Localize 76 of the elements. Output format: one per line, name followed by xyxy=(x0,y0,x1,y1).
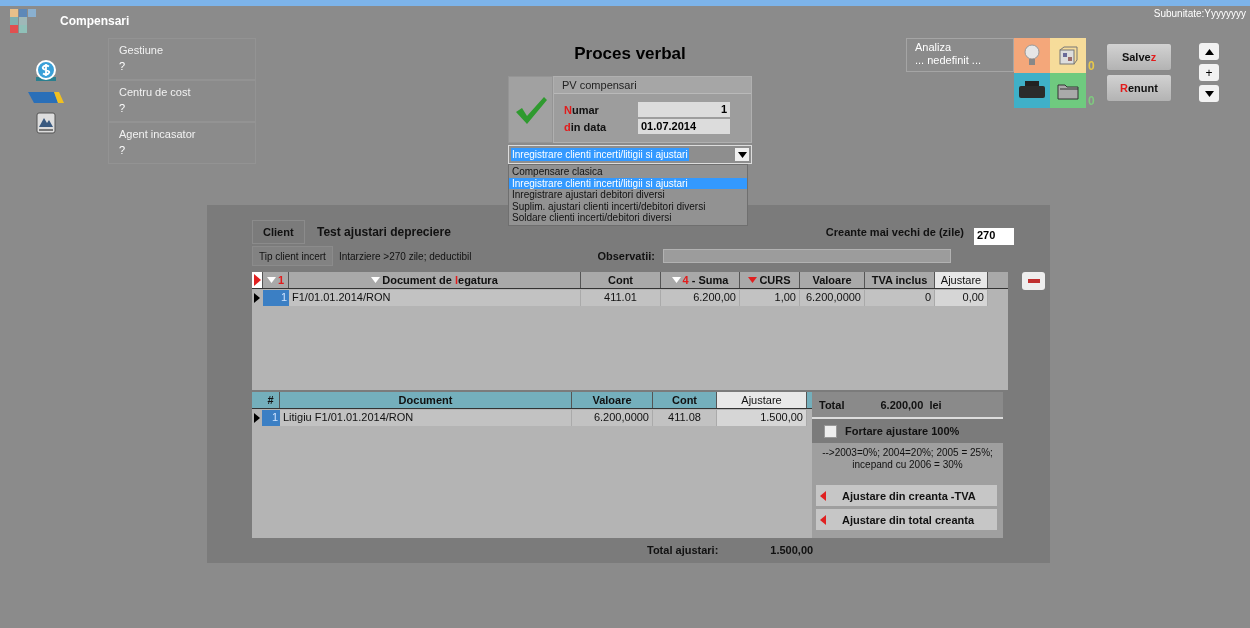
input-field[interactable]: 01.07.2014 xyxy=(638,119,730,134)
adjust-button[interactable]: Ajustare din creanta -TVA xyxy=(816,485,997,506)
up-arrow-icon xyxy=(1204,48,1214,55)
client-label: Client xyxy=(252,220,305,244)
dropdown-option[interactable]: Compensare clasica xyxy=(509,166,747,178)
mountain-icon[interactable] xyxy=(36,112,56,134)
caret-icon xyxy=(737,151,747,158)
lightbulb-icon[interactable] xyxy=(1024,43,1040,68)
row-pointer-icon xyxy=(252,272,262,288)
table-cell: 6.200,0000 xyxy=(800,290,865,306)
column-header[interactable]: Document de legatura xyxy=(289,272,581,288)
cancel-button[interactable]: Renunt xyxy=(1106,74,1172,102)
adjust-button[interactable]: Ajustare din total creanta xyxy=(816,509,997,530)
column-header[interactable]: 4 - Suma xyxy=(661,272,740,288)
cube-icon[interactable] xyxy=(1058,45,1078,66)
table-cell: 1,00 xyxy=(740,290,800,306)
minus-icon xyxy=(1027,279,1040,283)
force-checkbox[interactable] xyxy=(824,424,837,438)
column-header[interactable]: Ajustare xyxy=(717,392,807,408)
total-adjustments-label: Total ajustari: xyxy=(647,544,719,556)
table-cell: F1/01.01.2014/RON xyxy=(289,290,581,306)
table-cell: 0,00 xyxy=(935,290,988,306)
table-cell: 6.200,0000 xyxy=(572,410,653,426)
column-header[interactable]: Ajustare xyxy=(935,272,988,288)
client-name: Test ajustari depreciere xyxy=(317,225,451,239)
subunit-label: Subunitate:Yyyyyyyy xyxy=(1153,8,1246,19)
older-than-label: Creante mai vechi de (zile) xyxy=(825,226,964,238)
total-label: Total xyxy=(819,398,845,411)
counter: 0 xyxy=(1087,59,1096,73)
up-button[interactable] xyxy=(1199,43,1219,60)
document-title: Proces verbal xyxy=(573,44,687,64)
save-button[interactable]: Salvez xyxy=(1106,43,1172,71)
column-header[interactable]: Cont xyxy=(581,272,661,288)
column-header[interactable]: Valoare xyxy=(800,272,865,288)
printer-icon[interactable] xyxy=(1019,80,1045,101)
input-field[interactable]: 1 xyxy=(638,102,730,117)
dropdown-option[interactable]: Inregistrare ajustari debitori diversi xyxy=(509,189,747,201)
column-header[interactable]: # xyxy=(262,392,280,408)
total-value: 6.200,00 lei xyxy=(880,398,942,411)
triangle-icon xyxy=(820,514,826,525)
note-text: incepand cu 2006 = 30% xyxy=(851,459,964,471)
remove-button[interactable] xyxy=(1022,272,1045,290)
client-type-value: Intarziere >270 zile; deductibil xyxy=(338,250,472,262)
days-field[interactable]: 270 xyxy=(974,227,1014,245)
table-cell: 0 xyxy=(865,290,935,306)
down-arrow-icon xyxy=(1204,90,1214,97)
table-cell: 1.500,00 xyxy=(717,410,807,426)
observations-field[interactable] xyxy=(662,249,951,263)
observations-label: Observatii: xyxy=(597,250,655,262)
triangle-icon xyxy=(820,490,826,501)
folder-icon[interactable] xyxy=(1057,81,1079,100)
note-text: -->2003=0%; 2004=20%; 2005 = 25%; xyxy=(821,447,994,459)
window-title: Compensari xyxy=(60,14,130,28)
field-label: Numar xyxy=(564,103,600,116)
down-button[interactable] xyxy=(1199,85,1219,102)
table-cell: 6.200,00 xyxy=(661,290,740,306)
column-header[interactable]: CURS xyxy=(740,272,800,288)
field-label: din data xyxy=(564,120,608,133)
column-header[interactable]: Valoare xyxy=(572,392,653,408)
dollar-icon[interactable] xyxy=(35,60,57,82)
total-adjustments-value: 1.500,00 xyxy=(770,544,814,556)
counter: 0 xyxy=(1087,94,1096,108)
table-cell: 411.08 xyxy=(653,410,717,426)
column-header[interactable]: Document xyxy=(280,392,572,408)
table-cell: 1 xyxy=(262,410,280,426)
force-label: Fortare ajustare 100% xyxy=(845,425,960,437)
table-cell: Litigiu F1/01.01.2014/RON xyxy=(280,410,572,426)
dropdown-option[interactable]: Soldare clienti incerti/debitori diversi xyxy=(509,212,747,224)
client-type-button[interactable]: Tip client incert xyxy=(252,246,333,266)
add-button[interactable]: + xyxy=(1199,64,1219,81)
table-cell: 411.01 xyxy=(581,290,661,306)
banner-icon[interactable] xyxy=(28,90,64,104)
dropdown-option[interactable]: Suplim. ajustari clienti incerti/debitori diversi xyxy=(509,200,747,212)
document-type: PV compensari xyxy=(554,77,751,94)
app-logo xyxy=(10,9,36,33)
table-cell: 1 xyxy=(263,290,289,306)
